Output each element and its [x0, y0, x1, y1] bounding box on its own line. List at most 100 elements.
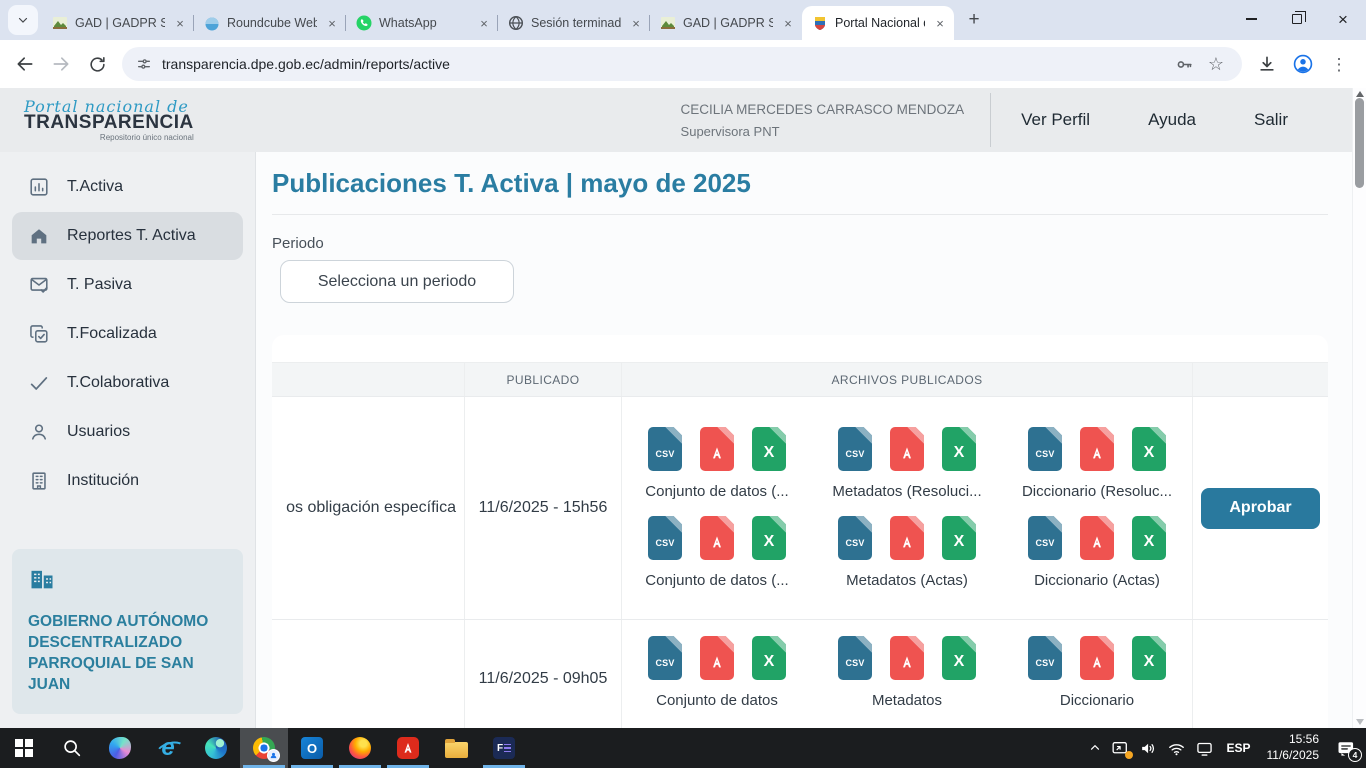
- window-maximize-button[interactable]: [1274, 0, 1320, 38]
- taskbar-fapp-button[interactable]: F: [480, 728, 528, 768]
- url-text[interactable]: transparencia.dpe.gob.ec/admin/reports/a…: [162, 56, 450, 72]
- tray-screenshare-icon[interactable]: [1111, 740, 1130, 757]
- csv-file-icon[interactable]: CSV: [838, 636, 872, 680]
- action-center-button[interactable]: 4: [1336, 739, 1356, 758]
- file-group-label[interactable]: Conjunto de datos (...: [645, 483, 788, 500]
- start-button[interactable]: [0, 728, 48, 768]
- pdf-file-icon[interactable]: [890, 636, 924, 680]
- pdf-file-icon[interactable]: [1080, 427, 1114, 471]
- tab-close-icon[interactable]: ×: [172, 15, 188, 31]
- csv-file-icon[interactable]: CSV: [838, 427, 872, 471]
- view-profile-link[interactable]: Ver Perfil: [1021, 110, 1090, 130]
- taskbar-firefox-button[interactable]: [336, 728, 384, 768]
- taskbar-acrobat-button[interactable]: [384, 728, 432, 768]
- logout-link[interactable]: Salir: [1254, 110, 1288, 130]
- csv-file-icon[interactable]: CSV: [648, 636, 682, 680]
- tab-close-icon[interactable]: ×: [476, 15, 492, 31]
- pdf-file-icon[interactable]: [1080, 636, 1114, 680]
- tab-close-icon[interactable]: ×: [628, 15, 644, 31]
- downloads-button[interactable]: [1250, 47, 1284, 81]
- forward-button[interactable]: [44, 47, 78, 81]
- browser-menu-button[interactable]: ⋮: [1322, 47, 1356, 81]
- reload-button[interactable]: [80, 47, 114, 81]
- sidebar-item-reportes-t-activa[interactable]: Reportes T. Activa: [12, 212, 243, 260]
- csv-file-icon[interactable]: CSV: [1028, 427, 1062, 471]
- site-info-icon[interactable]: [136, 56, 152, 72]
- excel-file-icon[interactable]: X: [942, 636, 976, 680]
- file-group-label[interactable]: Conjunto de datos: [656, 692, 778, 709]
- period-select[interactable]: Selecciona un periodo: [280, 260, 514, 303]
- sidebar-item-t-pasiva[interactable]: T. Pasiva: [12, 261, 243, 309]
- sidebar-item-t-focalizada[interactable]: T.Focalizada: [12, 310, 243, 358]
- excel-file-icon[interactable]: X: [752, 636, 786, 680]
- scroll-up-arrow-icon[interactable]: [1356, 91, 1364, 97]
- taskbar-file-explorer-button[interactable]: [432, 728, 480, 768]
- csv-file-icon[interactable]: CSV: [648, 427, 682, 471]
- profile-button[interactable]: [1286, 47, 1320, 81]
- sidebar-item-institucion[interactable]: Institución: [12, 457, 243, 505]
- taskbar-edge-button[interactable]: [192, 728, 240, 768]
- language-indicator[interactable]: ESP: [1223, 741, 1253, 755]
- tab-close-icon[interactable]: ×: [932, 15, 948, 31]
- sidebar-item-usuarios[interactable]: Usuarios: [12, 408, 243, 456]
- bookmark-star-icon[interactable]: ☆: [1208, 55, 1224, 73]
- sidebar-item-t-activa[interactable]: T.Activa: [12, 163, 243, 211]
- excel-file-icon[interactable]: X: [752, 427, 786, 471]
- csv-file-icon[interactable]: CSV: [648, 516, 682, 560]
- browser-tab-gad-2[interactable]: GAD | GADPR San Jua ×: [650, 6, 802, 40]
- tab-close-icon[interactable]: ×: [324, 15, 340, 31]
- window-minimize-button[interactable]: [1228, 0, 1274, 38]
- file-group-label[interactable]: Diccionario (Actas): [1034, 572, 1160, 589]
- excel-file-icon[interactable]: X: [1132, 516, 1166, 560]
- address-bar[interactable]: transparencia.dpe.gob.ec/admin/reports/a…: [122, 47, 1242, 81]
- window-close-button[interactable]: ×: [1320, 0, 1366, 38]
- taskbar-search-button[interactable]: [48, 728, 96, 768]
- excel-file-icon[interactable]: X: [942, 427, 976, 471]
- csv-file-icon[interactable]: CSV: [1028, 636, 1062, 680]
- tray-wifi-icon[interactable]: [1167, 739, 1186, 758]
- institution-card[interactable]: GOBIERNO AUTÓNOMO DESCENTRALIZADO PARROQ…: [12, 549, 243, 714]
- browser-tab-gad-1[interactable]: GAD | GADPR San Jua ×: [42, 6, 194, 40]
- page-scrollbar[interactable]: [1352, 88, 1366, 728]
- sidebar-item-t-colaborativa[interactable]: T.Colaborativa: [12, 359, 243, 407]
- file-group-label[interactable]: Metadatos (Actas): [846, 572, 968, 589]
- file-group-label[interactable]: Diccionario (Resoluc...: [1022, 483, 1172, 500]
- browser-tab-sesion[interactable]: Sesión terminada | Pa ×: [498, 6, 650, 40]
- file-group-label[interactable]: Diccionario: [1060, 692, 1134, 709]
- excel-file-icon[interactable]: X: [1132, 427, 1166, 471]
- tray-volume-icon[interactable]: [1139, 739, 1158, 758]
- tab-search-button[interactable]: [8, 5, 38, 35]
- tray-connect-icon[interactable]: [1195, 740, 1214, 757]
- excel-file-icon[interactable]: X: [1132, 636, 1166, 680]
- pdf-file-icon[interactable]: [700, 636, 734, 680]
- csv-file-icon[interactable]: CSV: [1028, 516, 1062, 560]
- file-group-label[interactable]: Metadatos (Resoluci...: [832, 483, 981, 500]
- taskbar-ie-button[interactable]: e: [144, 728, 192, 768]
- pdf-file-icon[interactable]: [700, 516, 734, 560]
- password-key-icon[interactable]: [1175, 55, 1194, 74]
- scroll-down-arrow-icon[interactable]: [1356, 719, 1364, 725]
- tray-chevron-up-icon[interactable]: [1088, 741, 1102, 755]
- excel-file-icon[interactable]: X: [942, 516, 976, 560]
- tab-close-icon[interactable]: ×: [780, 15, 796, 31]
- browser-tab-portal-active[interactable]: Portal Nacional de Tra ×: [802, 6, 954, 40]
- pdf-file-icon[interactable]: [700, 427, 734, 471]
- back-button[interactable]: [8, 47, 42, 81]
- scrollbar-thumb[interactable]: [1355, 98, 1364, 188]
- excel-file-icon[interactable]: X: [752, 516, 786, 560]
- browser-tab-roundcube[interactable]: Roundcube Webmail ×: [194, 6, 346, 40]
- pdf-file-icon[interactable]: [890, 516, 924, 560]
- file-group-label[interactable]: Metadatos: [872, 692, 942, 709]
- csv-file-icon[interactable]: CSV: [838, 516, 872, 560]
- approve-button[interactable]: Aprobar: [1201, 488, 1320, 529]
- taskbar-copilot-button[interactable]: [96, 728, 144, 768]
- file-group-label[interactable]: Conjunto de datos (...: [645, 572, 788, 589]
- taskbar-chrome-button[interactable]: [240, 728, 288, 768]
- browser-tab-whatsapp[interactable]: WhatsApp ×: [346, 6, 498, 40]
- taskbar-clock[interactable]: 15:56 11/6/2025: [1263, 732, 1324, 763]
- pdf-file-icon[interactable]: [1080, 516, 1114, 560]
- taskbar-outlook-button[interactable]: O: [288, 728, 336, 768]
- new-tab-button[interactable]: +: [960, 6, 988, 34]
- pdf-file-icon[interactable]: [890, 427, 924, 471]
- help-link[interactable]: Ayuda: [1148, 110, 1196, 130]
